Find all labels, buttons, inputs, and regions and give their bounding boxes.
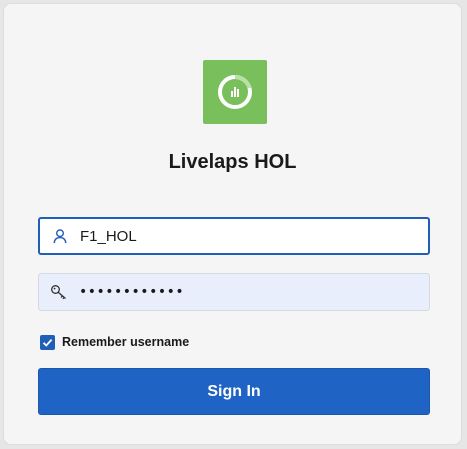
username-input[interactable] <box>80 227 410 245</box>
username-field[interactable] <box>38 217 430 255</box>
app-chart-ring-icon <box>203 60 267 124</box>
remember-username[interactable]: Remember username <box>40 333 189 351</box>
password-input[interactable] <box>79 284 409 300</box>
sign-in-button[interactable]: Sign In <box>38 368 430 415</box>
remember-label: Remember username <box>62 335 190 349</box>
page-title: Livelaps HOL <box>168 151 297 173</box>
user-icon <box>40 219 80 253</box>
password-field[interactable] <box>38 273 430 311</box>
app-logo <box>203 60 267 124</box>
checkmark-icon <box>42 338 53 347</box>
key-icon <box>39 274 79 310</box>
login-card: Livelaps HOL Remember username Sign <box>3 3 462 445</box>
remember-checkbox[interactable] <box>40 334 55 350</box>
